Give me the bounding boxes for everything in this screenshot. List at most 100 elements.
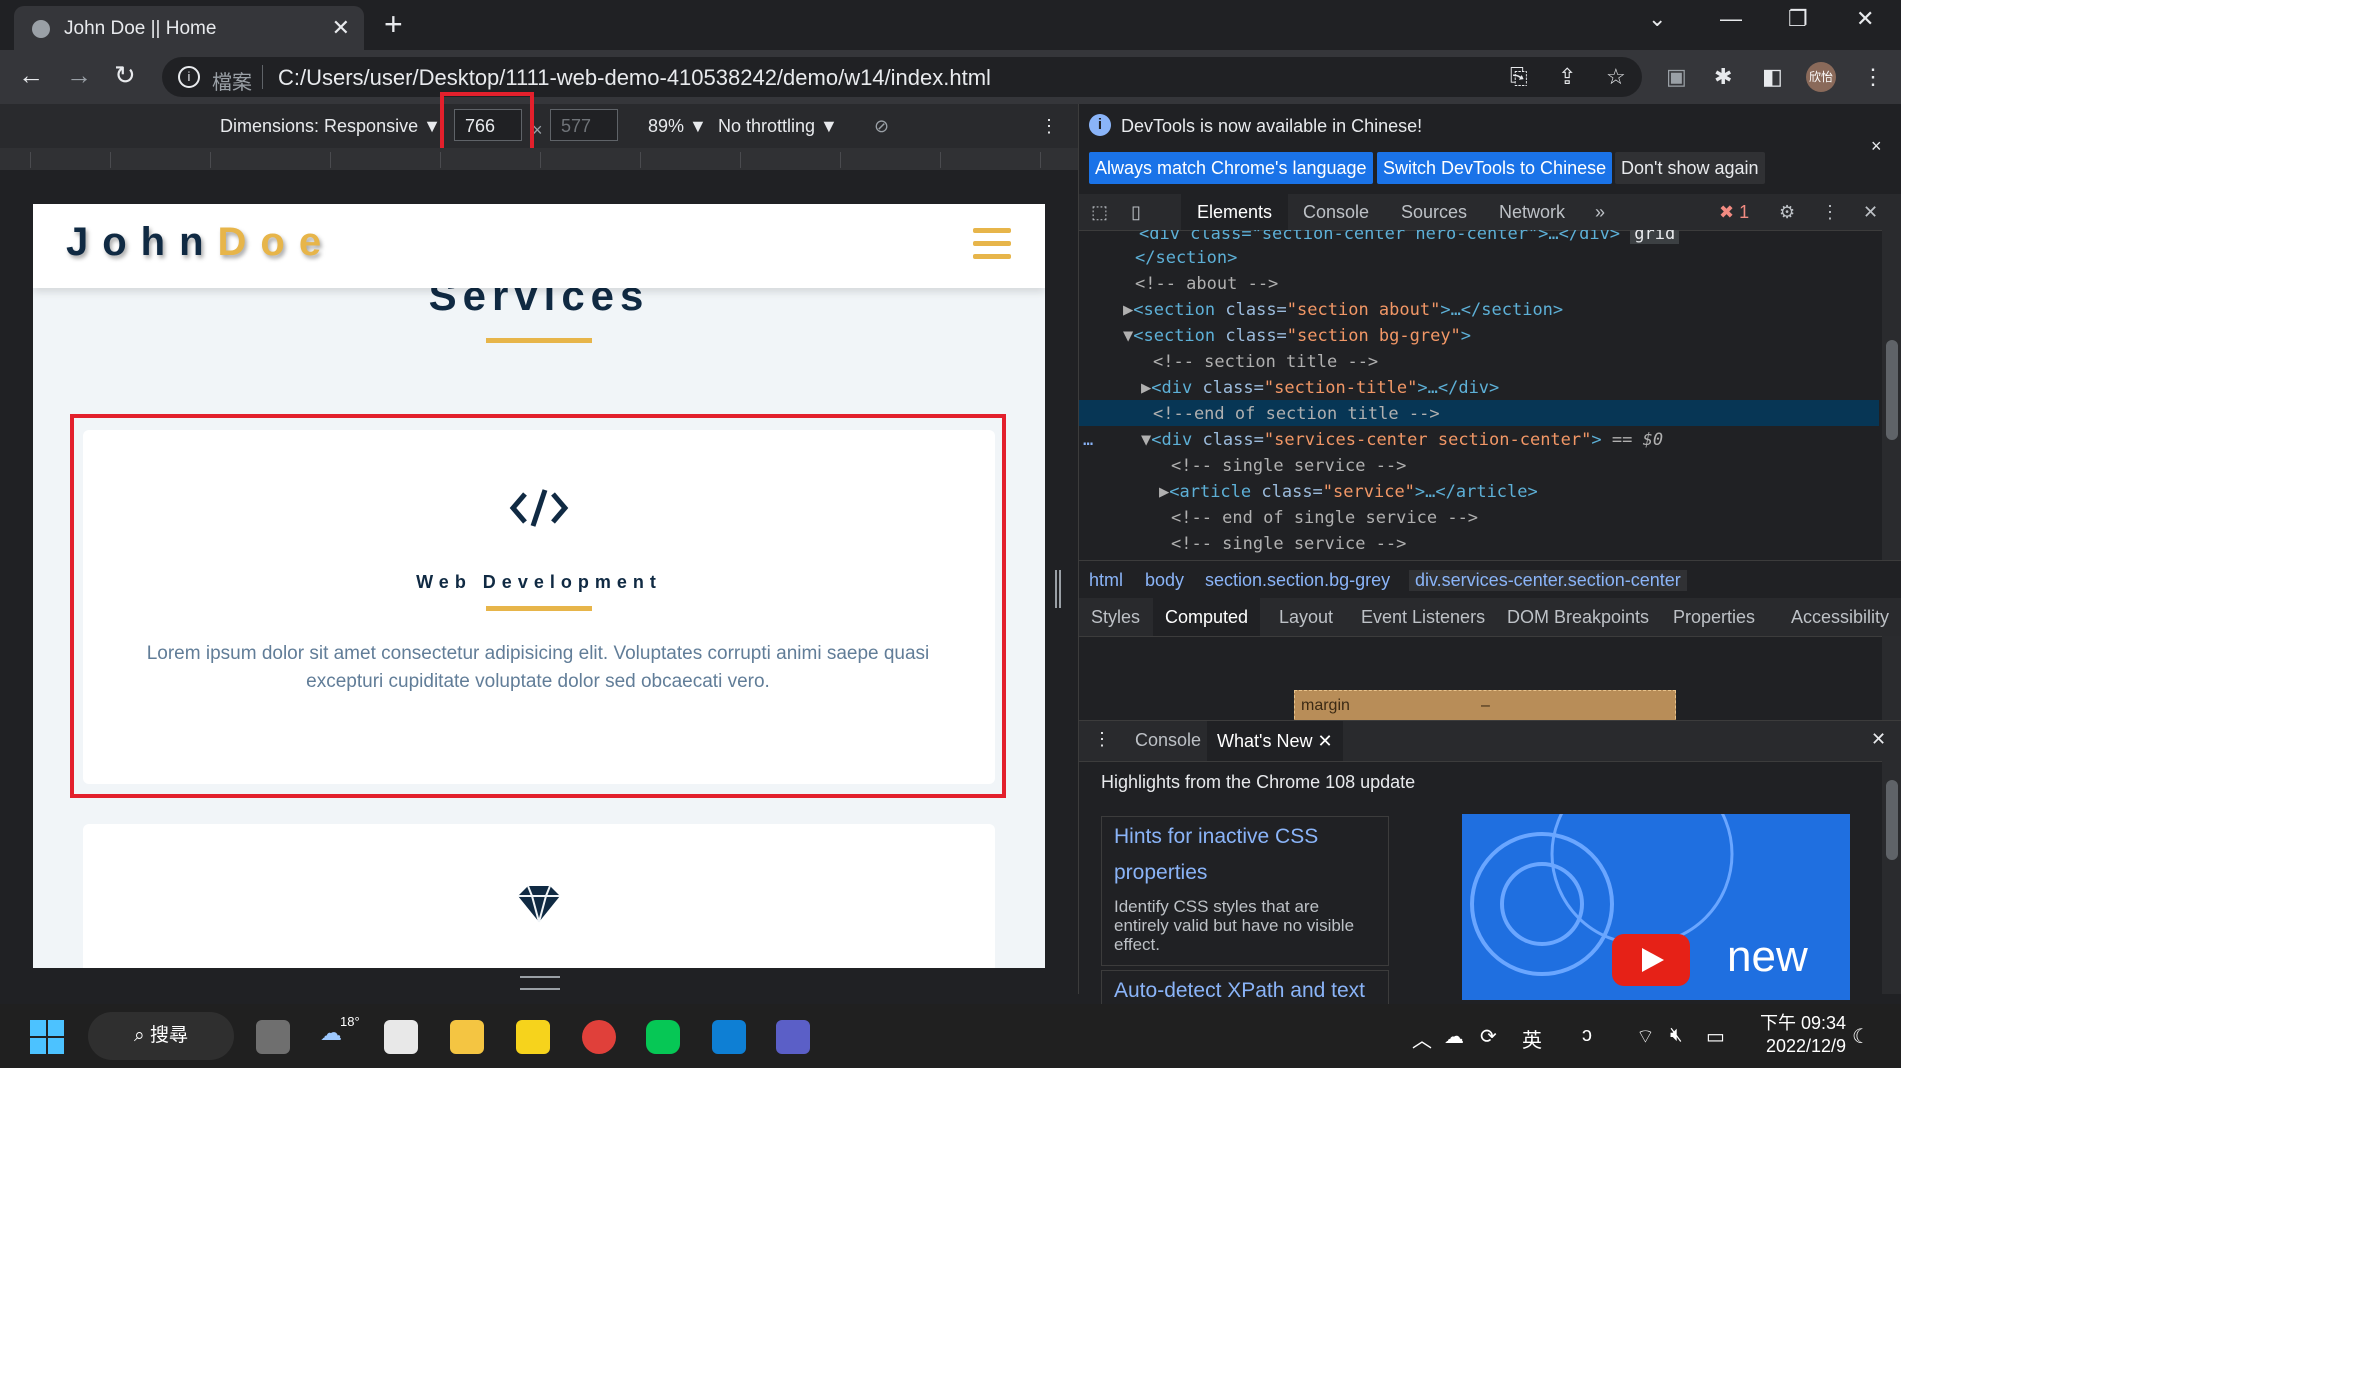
devtools-close-icon[interactable]: ✕ bbox=[1863, 202, 1878, 223]
extension-box-icon[interactable]: ▣ bbox=[1666, 64, 1687, 90]
dom-comment[interactable]: <!-- single service --> bbox=[1171, 534, 1406, 554]
tab-console[interactable]: Console bbox=[1303, 202, 1369, 223]
inspect-element-icon[interactable]: ⬚ bbox=[1091, 202, 1108, 223]
dom-line[interactable]: ▼<section class="section bg-grey"> bbox=[1123, 326, 1471, 346]
feature-card-inactive-css[interactable]: Hints for inactive CSS properties Identi… bbox=[1101, 816, 1389, 966]
dom-comment[interactable]: <!-- section title --> bbox=[1153, 352, 1378, 372]
crumb-div[interactable]: div.services-center.section-center bbox=[1409, 570, 1687, 591]
dom-line[interactable]: ▶<div class="section-title">…</div> bbox=[1141, 378, 1499, 398]
dom-line[interactable]: <div class="section-center hero-center">… bbox=[1139, 230, 1680, 244]
wifi-icon[interactable]: ⌔ bbox=[1636, 1024, 1655, 1049]
teams-icon[interactable] bbox=[776, 1020, 810, 1054]
dom-comment[interactable]: <!--end of section title --> bbox=[1153, 404, 1440, 424]
dimensions-dropdown[interactable]: Dimensions: Responsive ▼ bbox=[220, 116, 441, 137]
taskbar-search[interactable]: ⌕ 搜尋 bbox=[88, 1012, 234, 1060]
chrome-icon[interactable] bbox=[582, 1020, 616, 1054]
feature-link[interactable]: Hints for inactive CSS bbox=[1114, 819, 1318, 855]
line-app-icon[interactable] bbox=[646, 1020, 680, 1054]
task-view-icon[interactable] bbox=[256, 1020, 290, 1054]
switch-language-button[interactable]: Switch DevTools to Chinese bbox=[1377, 152, 1613, 184]
ime-indicator[interactable]: 英 bbox=[1522, 1024, 1542, 1053]
vscode-icon[interactable] bbox=[712, 1020, 746, 1054]
subtab-computed[interactable]: Computed bbox=[1153, 598, 1261, 636]
translate-icon[interactable]: ⎘ bbox=[1510, 64, 1528, 90]
dom-comment[interactable]: <!-- single service --> bbox=[1171, 456, 1406, 476]
scroll-thumb[interactable] bbox=[1886, 340, 1898, 440]
drawer-tab-console[interactable]: Console bbox=[1135, 730, 1201, 751]
height-input[interactable]: 577 bbox=[550, 109, 618, 141]
close-window-button[interactable]: ✕ bbox=[1856, 6, 1874, 32]
bookmark-star-icon[interactable]: ☆ bbox=[1606, 64, 1626, 90]
subtab-accessibility[interactable]: Accessibility bbox=[1791, 607, 1889, 628]
zoom-dropdown[interactable]: 89% ▼ bbox=[648, 116, 707, 137]
subtab-properties[interactable]: Properties bbox=[1673, 607, 1755, 628]
youtube-play-icon[interactable] bbox=[1612, 934, 1690, 986]
dom-line[interactable]: ▶<article class="service">…</article> bbox=[1159, 482, 1538, 502]
profile-avatar[interactable]: 欣怡 bbox=[1806, 62, 1836, 92]
minimize-button[interactable]: — bbox=[1720, 6, 1742, 32]
drawer-close-icon[interactable]: ✕ bbox=[1871, 729, 1886, 750]
node-actions-icon[interactable]: … bbox=[1083, 430, 1093, 450]
ime-mode-icon[interactable]: ↄ bbox=[1582, 1024, 1592, 1047]
resize-grip-icon[interactable] bbox=[520, 976, 560, 990]
selected-dom-line[interactable]: ▼<div class="services-center section-cen… bbox=[1141, 430, 1663, 450]
hamburger-menu-icon[interactable] bbox=[973, 228, 1011, 267]
onedrive-icon[interactable]: ☁ bbox=[1444, 1024, 1464, 1049]
whats-new-video-thumbnail[interactable]: new bbox=[1462, 814, 1850, 1000]
match-language-button[interactable]: Always match Chrome's language bbox=[1089, 152, 1373, 184]
sync-icon[interactable]: ⟳ bbox=[1480, 1024, 1497, 1049]
taskbar-clock[interactable]: 下午 09:34 2022/12/9 bbox=[1760, 1012, 1846, 1058]
file-explorer-icon[interactable] bbox=[450, 1020, 484, 1054]
device-toggle-icon[interactable]: ▯ bbox=[1131, 202, 1141, 223]
tab-close-button[interactable]: ✕ bbox=[332, 15, 350, 41]
volume-mute-icon[interactable]: 🔇︎ bbox=[1670, 1024, 1683, 1047]
new-tab-button[interactable]: + bbox=[384, 6, 403, 43]
tab-network[interactable]: Network bbox=[1499, 202, 1565, 223]
forward-arrow-icon[interactable]: → bbox=[66, 60, 92, 91]
sticky-notes-icon[interactable] bbox=[516, 1020, 550, 1054]
dom-line[interactable]: </section> bbox=[1135, 248, 1237, 268]
drawer-tab-whats-new[interactable]: What's New ✕ bbox=[1207, 721, 1343, 761]
more-tabs-icon[interactable]: » bbox=[1595, 202, 1605, 223]
dont-show-again-button[interactable]: Don't show again bbox=[1615, 152, 1765, 184]
rotate-icon[interactable]: ⊘ bbox=[874, 116, 889, 137]
devtools-menu-icon[interactable]: ⋮ bbox=[1821, 202, 1839, 223]
address-bar[interactable]: i 檔案 C:/Users/user/Desktop/1111-web-demo… bbox=[162, 57, 1642, 97]
notification-moon-icon[interactable]: ☾ bbox=[1852, 1024, 1870, 1049]
crumb-body[interactable]: body bbox=[1145, 570, 1184, 591]
subtab-event-listeners[interactable]: Event Listeners bbox=[1361, 607, 1485, 628]
url-text[interactable]: C:/Users/user/Desktop/1111-web-demo-4105… bbox=[278, 65, 991, 91]
drawer-scrollbar[interactable] bbox=[1882, 760, 1901, 994]
store-icon[interactable] bbox=[384, 1020, 418, 1054]
drawer-menu-icon[interactable]: ⋮ bbox=[1093, 729, 1111, 750]
share-icon[interactable]: ⇪ bbox=[1558, 64, 1576, 90]
scroll-thumb[interactable] bbox=[1886, 780, 1898, 860]
elements-scrollbar[interactable] bbox=[1882, 230, 1901, 560]
chrome-menu-icon[interactable]: ⋮ bbox=[1862, 64, 1884, 90]
back-arrow-icon[interactable]: ← bbox=[18, 60, 44, 91]
extensions-puzzle-icon[interactable]: ✱ bbox=[1714, 64, 1732, 90]
dom-comment[interactable]: <!-- about --> bbox=[1135, 274, 1278, 294]
browser-tab[interactable]: John Doe || Home ✕ bbox=[14, 6, 364, 50]
feature-link[interactable]: properties bbox=[1114, 855, 1207, 891]
side-panel-icon[interactable]: ◧ bbox=[1762, 64, 1783, 90]
device-more-icon[interactable]: ⋮ bbox=[1040, 116, 1058, 137]
subtab-layout[interactable]: Layout bbox=[1279, 607, 1333, 628]
battery-icon[interactable]: ▭ bbox=[1706, 1024, 1725, 1049]
error-badge[interactable]: ✖ 1 bbox=[1719, 202, 1749, 223]
settings-gear-icon[interactable]: ⚙ bbox=[1779, 202, 1795, 223]
tray-overflow-icon[interactable]: ︿ bbox=[1412, 1024, 1432, 1053]
crumb-html[interactable]: html bbox=[1089, 570, 1123, 591]
panel-split-handle[interactable] bbox=[1055, 570, 1061, 608]
dom-line[interactable]: ▶<section class="section about">…</secti… bbox=[1123, 300, 1563, 320]
weather-icon[interactable]: ☁ 18° bbox=[320, 1014, 360, 1054]
start-windows-icon[interactable] bbox=[30, 1020, 64, 1054]
dom-comment[interactable]: <!-- end of single service --> bbox=[1171, 508, 1478, 528]
subtab-dom-breakpoints[interactable]: DOM Breakpoints bbox=[1507, 607, 1649, 628]
tab-sources[interactable]: Sources bbox=[1401, 202, 1467, 223]
tab-search-icon[interactable]: ⌄ bbox=[1648, 6, 1666, 32]
reload-icon[interactable]: ↻ bbox=[114, 60, 136, 91]
site-logo[interactable]: JohnDoe bbox=[66, 220, 335, 265]
site-info-icon[interactable]: i bbox=[178, 66, 200, 88]
crumb-section[interactable]: section.section.bg-grey bbox=[1205, 570, 1390, 591]
